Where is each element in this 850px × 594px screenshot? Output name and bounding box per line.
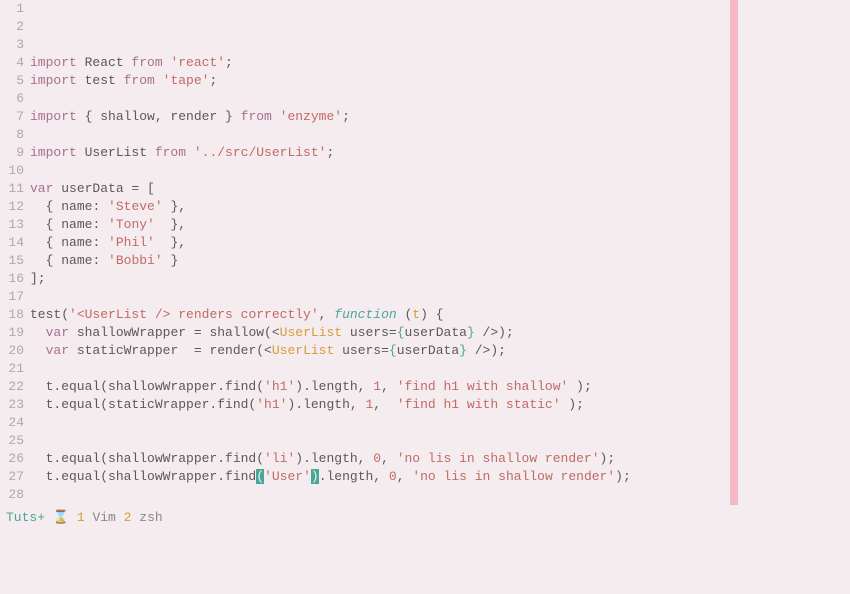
code-line: { name: 'Tony' }, xyxy=(30,216,850,234)
code-line: test('<UserList /> renders correctly', f… xyxy=(30,306,850,324)
line-number: 5 xyxy=(0,72,24,90)
line-number: 12 xyxy=(0,198,24,216)
code-line: { name: 'Phil' }, xyxy=(30,234,850,252)
code-line xyxy=(30,90,850,108)
line-number: 16 xyxy=(0,270,24,288)
code-line: var shallowWrapper = shallow(<UserList u… xyxy=(30,324,850,342)
line-number: 2 xyxy=(0,18,24,36)
line-number: 1 xyxy=(0,0,24,18)
line-number: 19 xyxy=(0,324,24,342)
line-number: 21 xyxy=(0,360,24,378)
line-number: 27 xyxy=(0,468,24,486)
code-line xyxy=(30,540,850,558)
line-number: 28 xyxy=(0,486,24,504)
line-number: 9 xyxy=(0,144,24,162)
code-line xyxy=(30,522,850,540)
code-line: { name: 'Steve' }, xyxy=(30,198,850,216)
code-line: ]; xyxy=(30,270,850,288)
line-number-gutter: 1234567891011121314151617181920212223242… xyxy=(0,0,30,505)
code-line: var userData = [ xyxy=(30,180,850,198)
code-line: import { shallow, render } from 'enzyme'… xyxy=(30,108,850,126)
line-number: 22 xyxy=(0,378,24,396)
code-line xyxy=(30,162,850,180)
line-number: 13 xyxy=(0,216,24,234)
line-number: 8 xyxy=(0,126,24,144)
line-number: 25 xyxy=(0,432,24,450)
code-line xyxy=(30,360,850,378)
line-number: 3 xyxy=(0,36,24,54)
code-line xyxy=(30,126,850,144)
code-line: import UserList from '../src/UserList'; xyxy=(30,144,850,162)
code-content: import React from 'react';import test fr… xyxy=(30,54,850,558)
line-number: 18 xyxy=(0,306,24,324)
line-number: 15 xyxy=(0,252,24,270)
code-line: import React from 'react'; xyxy=(30,54,850,72)
code-line: var staticWrapper = render(<UserList use… xyxy=(30,342,850,360)
editor[interactable]: 1234567891011121314151617181920212223242… xyxy=(0,0,850,505)
line-number: 4 xyxy=(0,54,24,72)
line-number: 10 xyxy=(0,162,24,180)
code-line xyxy=(30,486,850,504)
code-line: t.equal(shallowWrapper.find('User').leng… xyxy=(30,468,850,486)
code-line: import test from 'tape'; xyxy=(30,72,850,90)
line-number: 23 xyxy=(0,396,24,414)
code-line: t.equal(shallowWrapper.find('h1').length… xyxy=(30,378,850,396)
code-line xyxy=(30,414,850,432)
line-number: 24 xyxy=(0,414,24,432)
code-line xyxy=(30,504,850,522)
code-line: { name: 'Bobbi' } xyxy=(30,252,850,270)
code-line xyxy=(30,288,850,306)
code-line: t.equal(shallowWrapper.find('li').length… xyxy=(30,450,850,468)
code-line xyxy=(30,432,850,450)
code-line: t.equal(staticWrapper.find('h1').length,… xyxy=(30,396,850,414)
line-number: 26 xyxy=(0,450,24,468)
line-number: 6 xyxy=(0,90,24,108)
line-number: 17 xyxy=(0,288,24,306)
line-number: 20 xyxy=(0,342,24,360)
line-number: 14 xyxy=(0,234,24,252)
line-number: 11 xyxy=(0,180,24,198)
line-number: 7 xyxy=(0,108,24,126)
code-area[interactable]: import React from 'react';import test fr… xyxy=(30,0,850,505)
